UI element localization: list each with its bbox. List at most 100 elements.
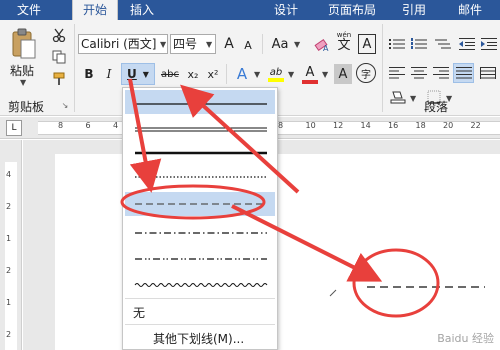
vertical-ruler-number: 1	[6, 298, 12, 307]
ruler-number: 22	[470, 121, 481, 130]
font-color-label: A	[305, 64, 315, 80]
menu-divider	[125, 324, 275, 325]
character-shading-button[interactable]: A	[334, 64, 352, 84]
group-divider	[382, 24, 383, 112]
subscript-button[interactable]: x₂	[184, 64, 202, 84]
underline-option-thick[interactable]	[125, 140, 275, 164]
tab-design[interactable]: 设计	[262, 0, 310, 20]
increase-indent-icon[interactable]	[480, 36, 498, 52]
vertical-ruler-number: 2	[6, 330, 12, 339]
underline-label: U	[127, 67, 137, 81]
numbering-icon[interactable]	[410, 36, 428, 52]
highlight-label: ab	[269, 66, 283, 78]
font-name-dropdown-icon[interactable]: ▼	[160, 40, 166, 49]
ruler-number: 10	[305, 121, 316, 130]
vertical-ruler-number: 1	[6, 234, 12, 243]
divider	[226, 64, 227, 84]
underline-preview	[135, 176, 267, 178]
tab-selector[interactable]: L	[6, 120, 22, 136]
underline-option-double[interactable]	[125, 116, 275, 140]
vertical-ruler[interactable]: 4 2 1 2 1 2	[0, 140, 22, 350]
change-case-button[interactable]: Aa	[268, 34, 292, 54]
underline-preview	[135, 103, 267, 105]
character-border-button[interactable]: A	[358, 34, 376, 54]
grow-font-button[interactable]: A	[220, 34, 238, 54]
tab-mailings[interactable]: 邮件	[448, 0, 492, 20]
underline-option-dash-dot[interactable]	[125, 220, 275, 244]
ruler-number: 14	[360, 121, 371, 130]
enclose-characters-button[interactable]: 字	[356, 63, 376, 83]
distributed-align-icon[interactable]	[478, 64, 498, 82]
vertical-ruler-number: 2	[6, 266, 12, 275]
cut-icon[interactable]	[50, 26, 68, 44]
underline-dropdown-icon[interactable]: ▼	[143, 70, 149, 79]
font-name-field[interactable]: Calibri (西文]	[78, 34, 168, 54]
decrease-indent-icon[interactable]	[458, 36, 476, 52]
tab-references[interactable]: 引用	[392, 0, 436, 20]
ribbon-tab-bar: 文件 开始 插入 设计 页面布局 引用 邮件	[0, 0, 500, 20]
group-divider	[74, 24, 75, 112]
bullets-icon[interactable]	[388, 36, 406, 52]
highlight-color-button[interactable]: ab	[266, 62, 286, 86]
underline-option-wave[interactable]	[125, 272, 275, 296]
superscript-button[interactable]: x²	[204, 64, 222, 84]
highlight-color-bar	[268, 77, 284, 82]
underline-option-dotted[interactable]	[125, 164, 275, 188]
underline-button[interactable]: U ▼	[121, 63, 155, 85]
font-color-bar	[302, 79, 318, 84]
ruler-number: 18	[415, 121, 426, 130]
svg-text:A: A	[323, 44, 329, 53]
watermark: Baidu 经验	[437, 332, 494, 345]
underline-option-dashed[interactable]	[125, 192, 275, 216]
underline-preview	[135, 232, 267, 234]
paste-label[interactable]: 粘贴	[10, 62, 34, 79]
tab-home[interactable]: 开始	[72, 0, 118, 20]
ruler-number: 16	[388, 121, 399, 130]
underline-preview	[135, 127, 267, 132]
divider	[262, 34, 263, 54]
text-effects-button[interactable]: A	[232, 64, 252, 84]
vertical-ruler-number: 2	[6, 202, 12, 211]
ruler-number: 8	[278, 121, 284, 130]
justify-icon[interactable]	[453, 63, 474, 83]
tab-insert[interactable]: 插入	[120, 0, 164, 20]
font-color-button[interactable]: A	[300, 62, 320, 86]
underline-option-dash-dot-dot[interactable]	[125, 246, 275, 270]
paste-icon[interactable]	[6, 26, 42, 62]
tab-file[interactable]: 文件	[0, 0, 58, 20]
underline-option-single[interactable]	[125, 90, 275, 114]
paste-dropdown-icon[interactable]: ▼	[20, 78, 26, 87]
strikethrough-button[interactable]: abc	[158, 64, 182, 84]
underline-preview	[135, 258, 267, 260]
document-text-fragment	[329, 289, 337, 297]
italic-button[interactable]: I	[100, 64, 118, 84]
change-case-dropdown-icon[interactable]: ▼	[294, 40, 300, 49]
phonetic-guide-char: 文	[337, 38, 351, 53]
shrink-font-button[interactable]: A	[240, 36, 256, 54]
ruler-number: 6	[85, 121, 91, 130]
ruler-number: 20	[443, 121, 454, 130]
bold-button[interactable]: B	[80, 64, 98, 84]
clipboard-launcher-icon[interactable]: ↘	[60, 100, 70, 110]
vertical-ruler-number: 4	[6, 170, 12, 179]
highlight-dropdown-icon[interactable]: ▼	[288, 70, 294, 79]
clipboard-group-label: 剪贴板	[8, 100, 45, 114]
align-left-icon[interactable]	[388, 64, 406, 82]
align-center-icon[interactable]	[410, 64, 428, 82]
underline-option-none[interactable]: 无	[133, 304, 145, 321]
format-painter-icon[interactable]	[50, 70, 68, 88]
tab-page-layout[interactable]: 页面布局	[318, 0, 386, 20]
paragraph-group-label: 段落	[424, 100, 449, 114]
multilevel-list-icon[interactable]	[434, 36, 452, 52]
phonetic-guide-button[interactable]: wén 文	[334, 30, 354, 54]
align-right-icon[interactable]	[432, 64, 450, 82]
clear-formatting-icon[interactable]: A	[312, 34, 332, 54]
shading-icon[interactable]	[388, 88, 408, 106]
shading-dropdown-icon[interactable]: ▼	[410, 94, 416, 103]
underline-preview	[135, 203, 267, 205]
more-underlines-item[interactable]: 其他下划线(M)...	[153, 330, 244, 347]
font-color-dropdown-icon[interactable]: ▼	[322, 70, 328, 79]
text-effects-dropdown-icon[interactable]: ▼	[254, 70, 260, 79]
font-size-dropdown-icon[interactable]: ▼	[206, 40, 212, 49]
copy-icon[interactable]	[50, 48, 68, 66]
